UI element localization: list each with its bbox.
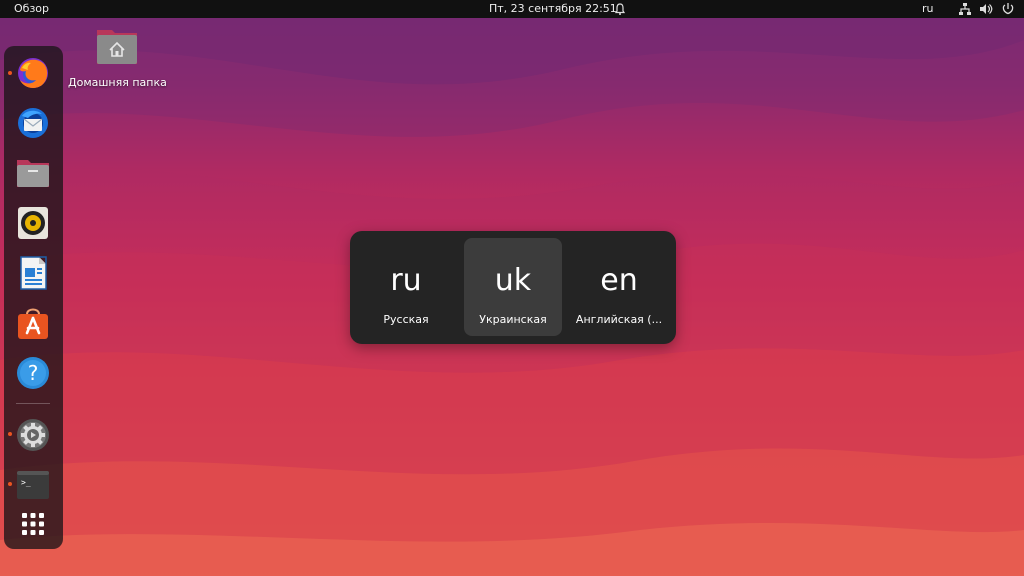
network-icon[interactable] — [958, 2, 972, 16]
top-bar: Обзор Пт, 23 сентября 22:51 ru — [0, 0, 1024, 18]
firefox-icon — [18, 58, 48, 88]
terminal-launcher[interactable]: >_ — [16, 468, 50, 502]
settings-icon — [17, 419, 49, 451]
input-source-code: uk — [494, 263, 532, 298]
libreoffice-writer-icon — [20, 256, 47, 290]
home-folder-label: Домашняя папка — [68, 76, 167, 89]
svg-text:>_: >_ — [21, 478, 31, 487]
activities-button[interactable]: Обзор — [14, 0, 49, 18]
show-applications-icon — [22, 513, 44, 535]
rhythmbox-icon — [18, 207, 48, 239]
thunderbird-launcher[interactable] — [16, 106, 50, 140]
home-folder-icon — [97, 30, 137, 64]
dock-separator — [16, 403, 50, 404]
input-source-code: ru — [390, 263, 422, 298]
input-source-en[interactable]: en Английская (... — [570, 238, 668, 336]
libreoffice-writer-launcher[interactable] — [16, 256, 50, 290]
files-launcher[interactable] — [16, 156, 50, 190]
rhythmbox-launcher[interactable] — [16, 206, 50, 240]
running-indicator — [8, 71, 12, 75]
input-source-name: Украинская — [479, 313, 547, 326]
show-applications-button[interactable] — [16, 507, 50, 541]
input-source-name: Русская — [383, 313, 429, 326]
power-icon[interactable] — [1001, 2, 1015, 16]
volume-icon[interactable] — [979, 2, 993, 16]
desktop-home-folder[interactable]: Домашняя папка — [68, 26, 167, 89]
alarm-bell-icon[interactable] — [613, 2, 627, 16]
ubuntu-software-launcher[interactable] — [16, 306, 50, 340]
help-icon: ? — [17, 357, 49, 389]
input-source-ru[interactable]: ru Русская — [357, 238, 455, 336]
settings-launcher[interactable] — [16, 418, 50, 452]
input-source-name: Английская (... — [575, 313, 663, 326]
help-launcher[interactable]: ? — [16, 356, 50, 390]
svg-text:?: ? — [28, 361, 39, 385]
dock: ? >_ — [4, 46, 63, 549]
terminal-icon: >_ — [17, 471, 49, 499]
files-icon — [17, 160, 49, 187]
running-indicator — [8, 482, 12, 486]
keyboard-layout-indicator[interactable]: ru — [922, 0, 934, 18]
input-source-uk[interactable]: uk Украинская — [464, 238, 562, 336]
ubuntu-software-icon — [18, 308, 48, 339]
input-source-code: en — [600, 263, 638, 298]
input-source-switcher: ru Русская uk Украинская en Английская (… — [350, 231, 676, 344]
running-indicator — [8, 432, 12, 436]
firefox-launcher[interactable] — [16, 56, 50, 90]
thunderbird-icon — [18, 108, 48, 138]
clock-datetime[interactable]: Пт, 23 сентября 22:51 — [489, 0, 617, 18]
